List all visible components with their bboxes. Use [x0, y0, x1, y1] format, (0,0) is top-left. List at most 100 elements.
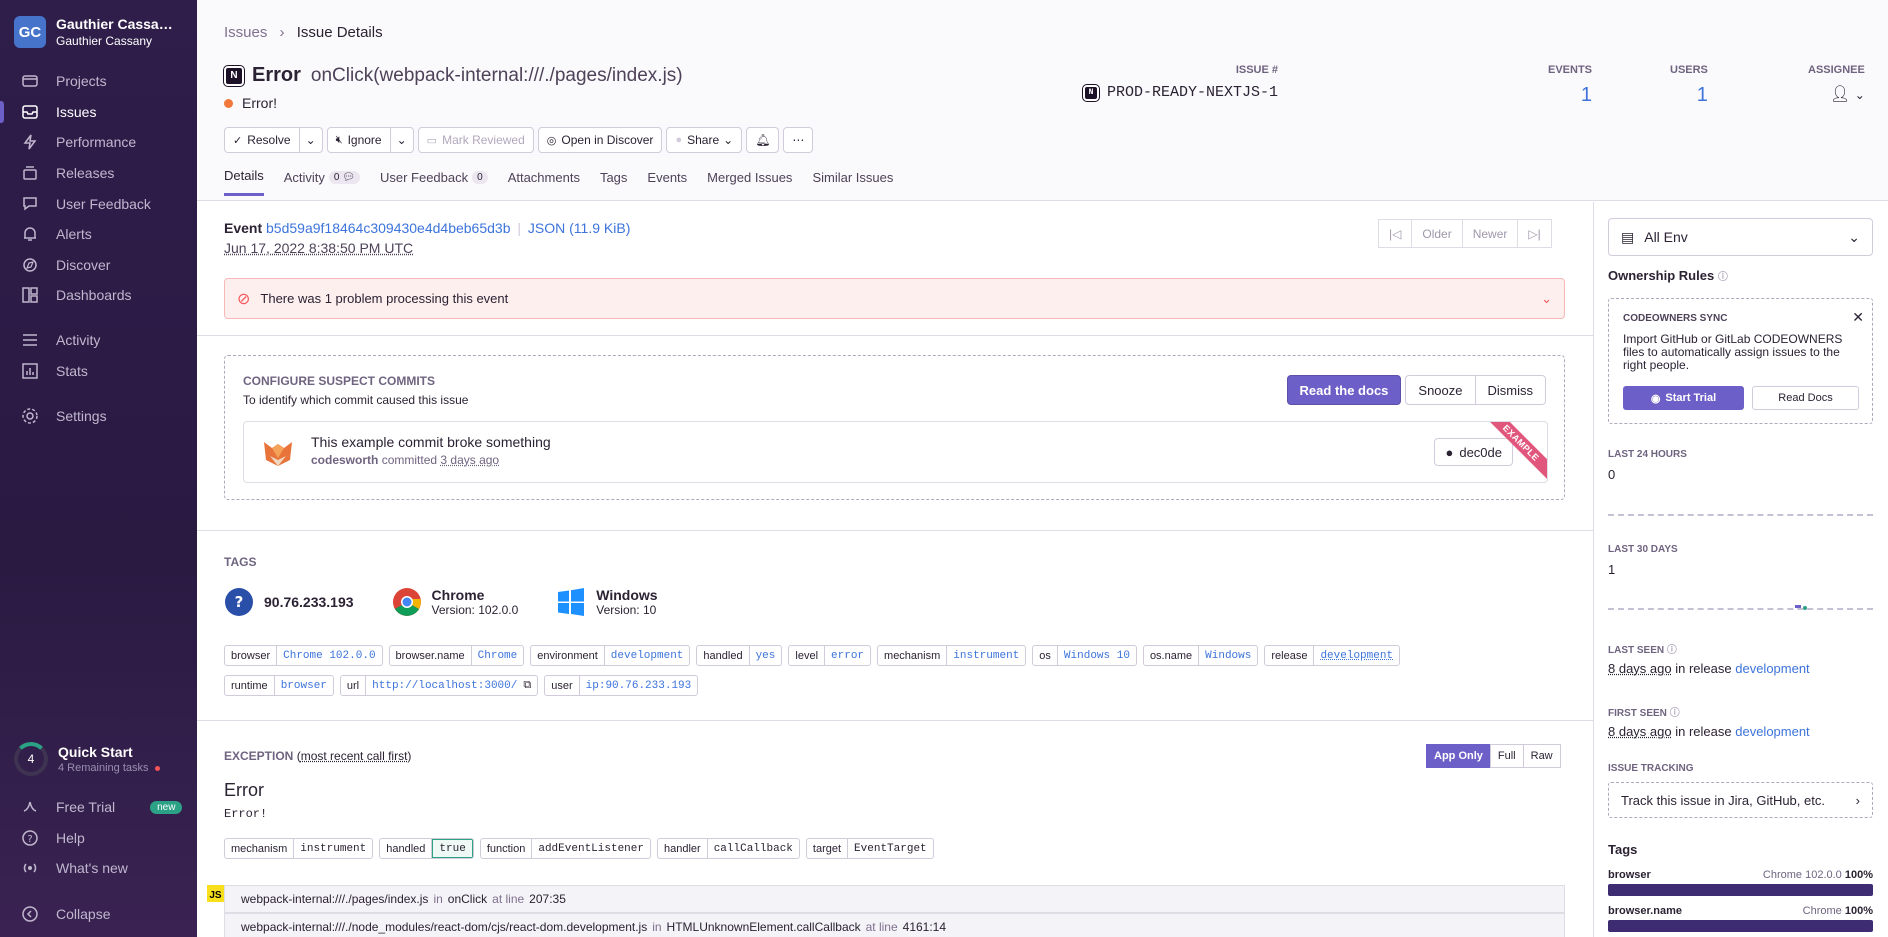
- org-avatar: GC: [14, 16, 46, 48]
- calendar-icon: ▤: [1621, 229, 1634, 246]
- alerts-icon: [20, 224, 40, 244]
- snooze-button[interactable]: Snooze: [1405, 375, 1475, 405]
- error-type: Error: [252, 64, 301, 87]
- subscribe-button[interactable]: 🔔︎: [746, 127, 779, 153]
- sidebar-item-whats-new[interactable]: What's new: [0, 853, 197, 884]
- sidebar-item-settings[interactable]: Settings: [0, 401, 197, 432]
- quick-start[interactable]: 4 Quick Start 4 Remaining tasks: [14, 742, 160, 776]
- event-json-link[interactable]: JSON (11.9 KiB): [528, 220, 630, 236]
- codeowners-read-docs-button[interactable]: Read Docs: [1752, 386, 1859, 410]
- tab-tags[interactable]: Tags: [600, 168, 627, 196]
- org-switcher[interactable]: GC Gauthier Cassa… Gauthier Cassany: [14, 16, 173, 48]
- full-toggle[interactable]: Full: [1490, 744, 1524, 768]
- tab-user-feedback[interactable]: User Feedback 0: [380, 168, 488, 196]
- mark-reviewed-button[interactable]: ▭ Mark Reviewed: [418, 127, 534, 153]
- external-link-icon[interactable]: ⧉: [523, 676, 537, 695]
- collapse-icon: [20, 904, 40, 924]
- sidebar-item-issues[interactable]: Issues: [0, 97, 197, 128]
- tab-merged-issues[interactable]: Merged Issues: [707, 168, 792, 196]
- chevron-down-icon: ⌄: [1855, 88, 1865, 102]
- tab-similar-issues[interactable]: Similar Issues: [812, 168, 893, 196]
- sidebar-item-activity[interactable]: Activity: [0, 325, 197, 356]
- sidebar-item-free-trial[interactable]: Free Trial new: [0, 792, 197, 823]
- open-in-discover-button[interactable]: ◎ Open in Discover: [538, 127, 663, 153]
- newer-button[interactable]: Newer: [1462, 219, 1519, 248]
- dashboards-icon: [20, 285, 40, 305]
- tag-distribution-label: browser Chrome 102.0.0 100%: [1608, 869, 1873, 881]
- tag-pill[interactable]: environment development: [530, 645, 690, 666]
- notification-dot-icon: [155, 766, 160, 771]
- last-seen-heading: LAST SEEN ⓘ: [1608, 641, 1677, 656]
- newest-button[interactable]: ▷|: [1517, 219, 1551, 248]
- tag-pill[interactable]: browser Chrome 102.0.0: [224, 645, 383, 666]
- last-seen-release-link[interactable]: development: [1735, 661, 1809, 676]
- environment-selector[interactable]: ▤ All Env ⌄: [1608, 218, 1873, 256]
- tag-pill[interactable]: level error: [788, 645, 871, 666]
- first-seen-release-link[interactable]: development: [1735, 724, 1809, 739]
- breadcrumb-issues-link[interactable]: Issues: [224, 24, 267, 41]
- sidebar-item-help[interactable]: ? Help: [0, 823, 197, 854]
- stack-frame[interactable]: webpack-internal:///./node_modules/react…: [224, 913, 1565, 937]
- sidebar-collapse-button[interactable]: Collapse: [0, 899, 197, 930]
- tab-details[interactable]: Details: [224, 168, 264, 196]
- share-button[interactable]: ● Share ⌄: [666, 127, 742, 153]
- older-button[interactable]: Older: [1411, 219, 1462, 248]
- more-actions-button[interactable]: ⋯: [783, 127, 813, 153]
- sidebar-item-dashboards[interactable]: Dashboards: [0, 280, 197, 311]
- sidebar-item-performance[interactable]: Performance: [0, 127, 197, 158]
- users-count[interactable]: 1: [1670, 84, 1708, 107]
- app-only-toggle[interactable]: App Only: [1426, 744, 1491, 768]
- sparkline-bar: [1795, 605, 1801, 608]
- tag-pill[interactable]: os Windows 10: [1032, 645, 1137, 666]
- last-24-hours-sparkline: [1608, 514, 1873, 516]
- issue-tracking-button[interactable]: Track this issue in Jira, GitHub, etc. ›: [1608, 782, 1873, 818]
- ignore-button[interactable]: 🔇︎ Ignore: [327, 127, 391, 153]
- tag-pill[interactable]: browser.name Chrome: [389, 645, 525, 666]
- sidebar-item-projects[interactable]: Projects: [0, 66, 197, 97]
- ellipsis-icon: ⋯: [792, 133, 804, 147]
- tag-pill[interactable]: url http://localhost:3000/⧉: [340, 675, 538, 696]
- svg-text:?: ?: [235, 593, 244, 611]
- github-icon: ●: [1445, 445, 1453, 460]
- processing-error-alert[interactable]: ⊘ There was 1 problem processing this ev…: [224, 278, 1565, 319]
- read-docs-button[interactable]: Read the docs: [1287, 375, 1402, 405]
- tag-distribution-bar[interactable]: [1608, 884, 1873, 896]
- stack-frame[interactable]: webpack-internal:///./pages/index.js in …: [224, 885, 1565, 913]
- event-date: Jun 17, 2022 8:38:50 PM UTC: [224, 240, 413, 256]
- ignore-dropdown[interactable]: ⌄: [391, 127, 414, 153]
- dismiss-button[interactable]: Dismiss: [1476, 375, 1547, 405]
- tab-events[interactable]: Events: [647, 168, 687, 196]
- sidebar-item-user-feedback[interactable]: User Feedback: [0, 188, 197, 219]
- tag-pill[interactable]: user ip:90.76.233.193: [544, 675, 698, 696]
- raw-toggle[interactable]: Raw: [1523, 744, 1561, 768]
- event-id-link[interactable]: b5d59a9f18464c309430e4d4beb65d3b: [266, 220, 510, 236]
- assignee-selector[interactable]: 👤︎ ⌄: [1808, 84, 1865, 104]
- tag-pill[interactable]: handled yes: [696, 645, 782, 666]
- tab-activity[interactable]: Activity 0 💬︎: [284, 168, 360, 196]
- oldest-button[interactable]: |◁: [1378, 219, 1412, 248]
- close-icon[interactable]: ✕: [1852, 309, 1864, 326]
- activity-icon: [20, 330, 40, 350]
- nav-settings: Settings: [0, 401, 197, 432]
- sidebar-item-stats[interactable]: Stats: [0, 356, 197, 387]
- commit-sha-button[interactable]: ● dec0de: [1434, 438, 1513, 466]
- tag-pill[interactable]: runtime browser: [224, 675, 334, 696]
- first-page-icon: |◁: [1389, 227, 1401, 241]
- sparkline-point-icon: [1803, 606, 1807, 610]
- tag-distribution-bar[interactable]: [1608, 920, 1873, 932]
- sidebar-item-releases[interactable]: Releases: [0, 158, 197, 189]
- issue-short-id[interactable]: PROD-READY-NEXTJS-1: [1107, 84, 1278, 101]
- tag-pill[interactable]: os.name Windows: [1143, 645, 1258, 666]
- resolve-button[interactable]: ✓ Resolve: [224, 127, 300, 153]
- tag-pill[interactable]: release development: [1264, 645, 1400, 666]
- start-trial-button[interactable]: ◉ Start Trial: [1623, 386, 1744, 410]
- nav-main: Projects Issues Performance Releases Use…: [0, 66, 197, 311]
- tag-pill[interactable]: mechanism instrument: [877, 645, 1026, 666]
- suspect-commits-panel: CONFIGURE SUSPECT COMMITS To identify wh…: [224, 355, 1565, 500]
- sidebar-item-alerts[interactable]: Alerts: [0, 219, 197, 250]
- events-count[interactable]: 1: [1548, 84, 1592, 107]
- sidebar-item-discover[interactable]: Discover: [0, 250, 197, 281]
- resolve-dropdown[interactable]: ⌄: [300, 127, 323, 153]
- event-content: Event b5d59a9f18464c309430e4d4beb65d3b |…: [197, 202, 1593, 937]
- tab-attachments[interactable]: Attachments: [508, 168, 580, 196]
